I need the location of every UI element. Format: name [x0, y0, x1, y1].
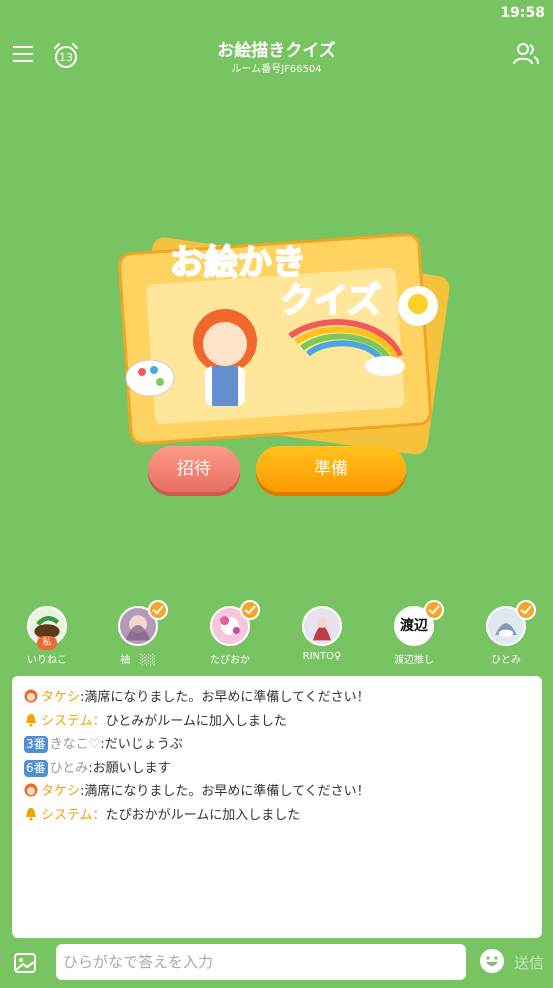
logo-line1: お絵かき	[170, 243, 306, 283]
player-slot[interactable]: 袖 ░░	[98, 598, 178, 670]
ready-button[interactable]: 準備	[256, 446, 406, 492]
player-slot[interactable]: 私 いりねこ	[7, 598, 87, 670]
message-text: 満席になりました。お早めに準備してください！	[84, 784, 370, 799]
player-number-badge: 6番	[24, 759, 48, 777]
message-sender: システム	[41, 807, 93, 823]
ready-check-icon	[148, 600, 168, 620]
player-name: いりねこ	[27, 655, 67, 666]
header: 13 お絵描きクイズ ルーム番号JF66504	[0, 28, 553, 84]
player-name: ひとみ	[491, 655, 521, 666]
message-sender: ひとみ	[49, 760, 89, 776]
chat-message: システム：ひとみがルームに加入しました	[24, 710, 530, 734]
player-name: RINTO♀	[302, 651, 342, 662]
room-number: ルーム番号JF66504	[231, 64, 322, 75]
message-text: だいじょうぶ	[104, 737, 183, 752]
ready-check-icon	[516, 600, 536, 620]
image-icon[interactable]	[13, 951, 37, 975]
message-sender: タケシ	[41, 690, 81, 705]
users-icon[interactable]	[513, 41, 539, 67]
player-slot[interactable]: RINTO♀	[282, 598, 362, 670]
message-separator: ：	[92, 807, 106, 823]
logo-line2: クイズ	[280, 281, 381, 321]
chat-message: 3番 きなこ♡:だいじょうぶ	[24, 733, 530, 757]
answer-input[interactable]	[56, 944, 466, 980]
chat-message: タケシ:満席になりました。お早めに準備してください！	[24, 780, 530, 804]
user-avatar-icon	[24, 689, 38, 703]
message-sender: システム	[41, 713, 93, 729]
invite-button[interactable]: 招待	[148, 446, 240, 492]
user-avatar-icon	[24, 783, 38, 797]
smile-icon[interactable]	[479, 948, 505, 974]
chat-message: 6番 ひとみ:お願いします	[24, 757, 530, 781]
player-name: 渡辺推し	[394, 655, 434, 666]
send-button[interactable]: 送信	[514, 952, 544, 973]
message-sender: きなこ♡	[49, 737, 101, 752]
player-name: たぴおか	[210, 655, 250, 666]
me-badge: 私	[37, 636, 57, 650]
message-text: ひとみがルームに加入しました	[105, 713, 287, 729]
status-bar: 19:58	[0, 0, 553, 28]
avatar	[302, 606, 342, 646]
bell-icon	[26, 807, 36, 820]
player-slot[interactable]: ひとみ	[466, 598, 546, 670]
bell-icon	[26, 713, 36, 726]
player-number-badge: 3番	[24, 736, 48, 753]
message-text: お願いします	[92, 760, 171, 776]
message-sender: タケシ	[41, 784, 81, 799]
player-slot[interactable]: たぴおか	[190, 598, 270, 670]
message-separator: ：	[92, 713, 106, 729]
chat-log[interactable]: タケシ:満席になりました。お早めに準備してください！ システム：ひとみがルームに…	[12, 676, 542, 938]
message-text: 満席になりました。お早めに準備してください！	[84, 690, 370, 705]
player-slot[interactable]: 渡辺 渡辺推し	[374, 598, 454, 670]
ready-check-icon	[240, 600, 260, 620]
page-title: お絵描きクイズ	[217, 41, 336, 61]
ready-check-icon	[424, 600, 444, 620]
chat-message: タケシ:満席になりました。お早めに準備してください！	[24, 686, 530, 710]
chat-message: システム：たぴおかがルームに加入しました	[24, 804, 530, 828]
player-list: 私 いりねこ 袖 ░░ たぴおか RINTO♀ 渡辺 渡辺推し ひとみ	[0, 598, 553, 670]
player-name: 袖 ░░	[120, 655, 156, 666]
message-text: たぴおかがルームに加入しました	[105, 807, 301, 823]
status-time: 19:58	[500, 5, 545, 21]
quiz-logo-illustration: お絵かき クイズ	[118, 233, 450, 455]
input-bar: 送信	[0, 938, 553, 988]
